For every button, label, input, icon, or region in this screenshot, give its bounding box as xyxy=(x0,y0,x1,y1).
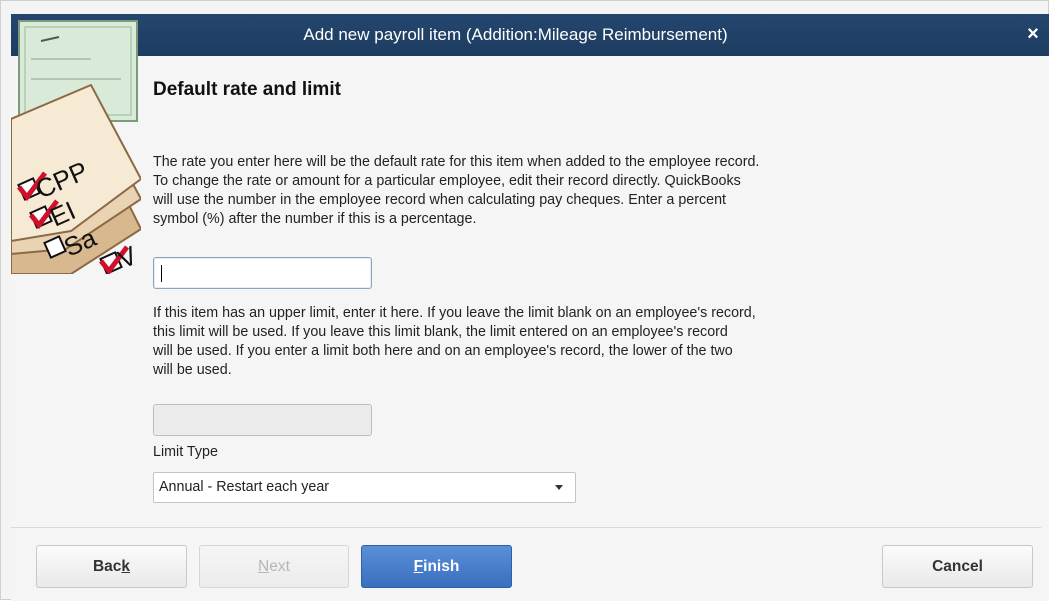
limit-type-label: Limit Type xyxy=(153,444,218,460)
limit-type-value: Annual - Restart each year xyxy=(159,479,330,495)
title-bar: Add new payroll item (Addition:Mileage R… xyxy=(11,14,1049,56)
cancel-button[interactable]: Cancel xyxy=(882,545,1033,588)
upper-limit-input[interactable] xyxy=(153,404,372,436)
window-title: Add new payroll item (Addition:Mileage R… xyxy=(303,25,728,44)
default-rate-input[interactable] xyxy=(153,257,372,289)
text-cursor xyxy=(161,265,162,282)
rate-instructions-line: will use the number in the employee reco… xyxy=(153,192,726,208)
finish-mnemonic: F xyxy=(413,558,424,575)
limit-instructions-line: will be used. If you enter a limit both … xyxy=(153,343,733,359)
rate-instructions-line: To change the rate or amount for a parti… xyxy=(153,173,741,189)
rate-instructions-line: symbol (%) after the number if this is a… xyxy=(153,211,477,227)
next-label: ext xyxy=(269,558,290,575)
finish-button[interactable]: Finish xyxy=(361,545,512,588)
limit-instructions: If this item has an upper limit, enter i… xyxy=(153,304,983,380)
footer-divider xyxy=(11,527,1041,528)
rate-instructions: The rate you enter here will be the defa… xyxy=(153,153,983,229)
chevron-down-icon[interactable] xyxy=(555,485,563,490)
next-mnemonic: N xyxy=(258,558,270,575)
section-heading: Default rate and limit xyxy=(153,79,341,100)
finish-label: inish xyxy=(423,558,460,575)
back-mnemonic: k xyxy=(121,558,131,575)
payroll-checklist-illustration: CPP EI Sa V xyxy=(11,20,141,274)
back-button[interactable]: Back xyxy=(36,545,187,588)
close-icon[interactable]: × xyxy=(1022,23,1044,45)
rate-instructions-line: The rate you enter here will be the defa… xyxy=(153,154,760,170)
limit-instructions-line: will be used. xyxy=(153,362,232,378)
limit-type-select[interactable]: Annual - Restart each year xyxy=(153,472,576,503)
dialog-window: Add new payroll item (Addition:Mileage R… xyxy=(0,0,1049,601)
back-label: Bac xyxy=(92,558,122,575)
limit-instructions-line: this limit will be used. If you leave th… xyxy=(153,324,728,340)
limit-instructions-line: If this item has an upper limit, enter i… xyxy=(153,305,756,321)
next-button[interactable]: Next xyxy=(199,545,349,588)
